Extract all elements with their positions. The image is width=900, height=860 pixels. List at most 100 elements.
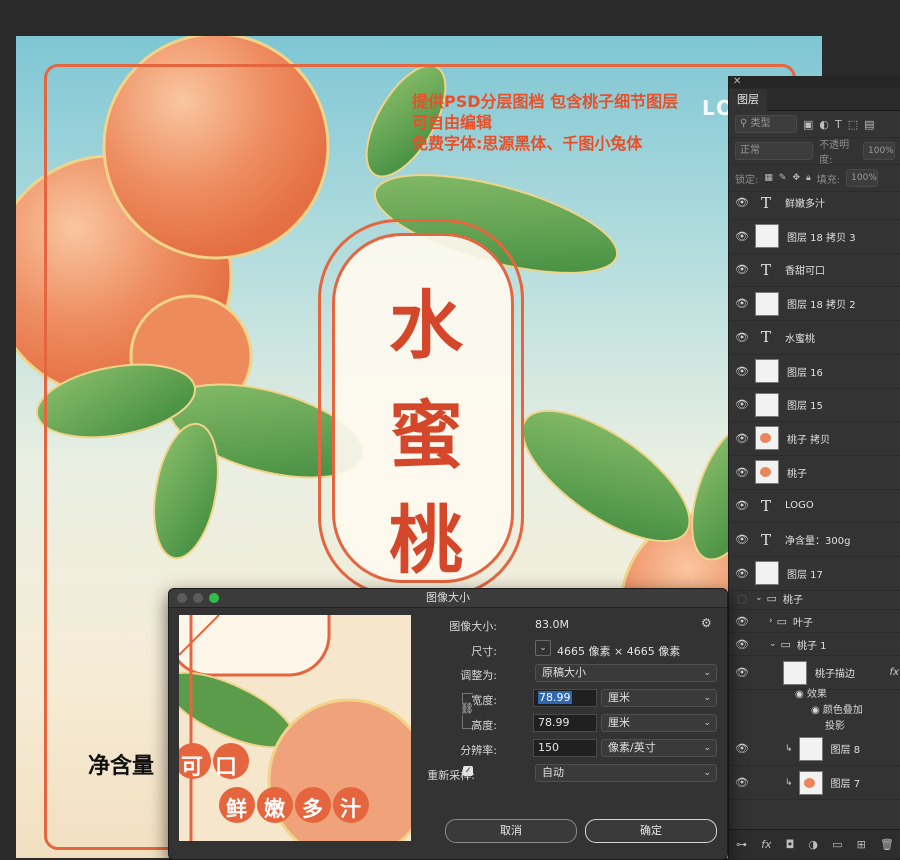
layer-name: 桃子 xyxy=(787,468,807,480)
link-icon[interactable]: ⛓︎ xyxy=(460,702,474,715)
width-input[interactable]: 78.99 xyxy=(533,689,597,707)
mask-icon[interactable]: ◘ xyxy=(786,838,795,851)
eye-icon[interactable]: 👁︎ xyxy=(729,533,755,546)
layer-name: 水蜜桃 xyxy=(785,333,815,345)
ok-button[interactable]: 确定 xyxy=(585,819,717,843)
minimize-button[interactable] xyxy=(193,593,203,603)
smart-object-filter-icon[interactable]: ▤ xyxy=(864,118,874,131)
visibility-off-icon[interactable]: ▢ xyxy=(729,592,755,605)
layer-row[interactable]: 👁︎ 图层 18 拷贝 3 xyxy=(729,220,900,254)
image-filter-icon[interactable]: ▣ xyxy=(803,118,813,131)
eye-icon[interactable]: 👁︎ xyxy=(729,567,755,580)
resample-select[interactable]: 自动 ⌄ xyxy=(535,764,717,782)
adjustment-filter-icon[interactable]: ◐ xyxy=(819,118,829,131)
eye-icon[interactable]: 👁︎ xyxy=(729,297,755,310)
lock-paint-icon[interactable]: ✎ xyxy=(779,173,787,183)
eye-icon: ◉ xyxy=(811,705,823,716)
adjustment-icon[interactable]: ◑ xyxy=(808,838,818,851)
close-icon[interactable]: ✕ xyxy=(733,76,741,87)
chevron-down-icon[interactable]: ⌄ xyxy=(535,640,551,656)
new-layer-icon[interactable]: ⊞ xyxy=(857,838,866,851)
layer-row[interactable]: 👁︎ 图层 15 xyxy=(729,388,900,423)
lock-transparency-icon[interactable]: ▦ xyxy=(764,173,773,183)
fx-icon[interactable]: fx xyxy=(761,838,771,851)
lock-all-icon[interactable]: 🔒︎ xyxy=(806,173,811,183)
resolution-input[interactable]: 150 xyxy=(533,739,597,757)
eye-icon[interactable]: 👁︎ xyxy=(729,196,755,209)
layer-row[interactable]: 👁︎ 图层 17 xyxy=(729,557,900,591)
layer-row[interactable]: 👁︎ T 水蜜桃 xyxy=(729,321,900,355)
layer-row[interactable]: 👁︎ T 净含量：300g xyxy=(729,523,900,557)
layer-row[interactable]: 👁︎ 图层 18 拷贝 2 xyxy=(729,287,900,322)
folder-icon[interactable]: ▭ xyxy=(832,838,842,851)
effect-color-overlay[interactable]: ◉ 颜色叠加 xyxy=(811,701,863,716)
layer-row[interactable]: 👁︎ T 香甜可口 xyxy=(729,253,900,288)
text-layer-icon: T xyxy=(760,328,771,347)
group-leaf[interactable]: 👁︎ › ▭ 叶子 xyxy=(729,610,900,633)
filter-kind-select[interactable]: ⚲ 类型 xyxy=(735,115,797,133)
effects-row[interactable]: ◉ 效果 xyxy=(795,685,827,700)
layer-row[interactable]: 👁︎ 桃子 拷贝 xyxy=(729,422,900,456)
trash-icon[interactable]: 🗑︎ xyxy=(880,838,894,851)
layer-row[interactable]: 👁︎ T LOGO xyxy=(729,489,900,524)
shape-filter-icon[interactable]: ⬚ xyxy=(848,118,858,131)
height-input[interactable]: 78.99 xyxy=(533,714,597,732)
eye-icon[interactable]: 👁︎ xyxy=(729,776,755,789)
group-name: 桃子 1 xyxy=(796,640,827,652)
eye-icon[interactable]: 👁︎ xyxy=(729,638,755,651)
resample-label: 重新采样: xyxy=(427,769,475,782)
tab-layers[interactable]: 图层 xyxy=(729,89,767,111)
eye-icon[interactable]: 👁︎ xyxy=(729,365,755,378)
layer-name: 图层 18 拷贝 3 xyxy=(787,232,856,244)
fit-value: 原稿大小 xyxy=(542,666,586,679)
eye-icon[interactable]: 👁︎ xyxy=(729,331,755,344)
fit-select[interactable]: 原稿大小 ⌄ xyxy=(535,664,717,682)
layer-name: 鲜嫩多汁 xyxy=(785,199,825,210)
eye-icon[interactable]: 👁︎ xyxy=(729,666,755,679)
layer-thumbnail xyxy=(755,359,779,383)
eye-icon[interactable]: 👁︎ xyxy=(729,398,755,411)
height-unit-select[interactable]: 厘米 ⌄ xyxy=(601,714,717,732)
close-button[interactable] xyxy=(177,593,187,603)
promo-text: 提供PSD分层图档 包含桃子细节图层 可自由编辑 免费字体:思源黑体、千图小兔体 xyxy=(412,91,678,154)
blend-mode-select[interactable]: 正常 xyxy=(735,142,814,160)
link-icon[interactable]: ⊶ xyxy=(736,838,747,851)
eye-icon[interactable]: 👁︎ xyxy=(729,615,755,628)
layer-row[interactable]: 👁︎ 桃子 xyxy=(729,456,900,490)
gear-icon[interactable]: ⚙ xyxy=(701,616,712,630)
layer-thumbnail xyxy=(755,561,779,586)
eye-icon[interactable]: 👁︎ xyxy=(729,742,755,755)
opacity-input[interactable]: 100% xyxy=(863,142,895,160)
eye-icon[interactable]: 👁︎ xyxy=(729,466,755,479)
eye-icon[interactable]: 👁︎ xyxy=(729,432,755,445)
chevron-down-icon[interactable]: ⌄ xyxy=(769,639,777,649)
layer-row[interactable]: 👁︎ 图层 16 xyxy=(729,355,900,389)
chevron-right-icon[interactable]: › xyxy=(769,616,773,626)
lock-position-icon[interactable]: ✥ xyxy=(792,173,800,183)
group-peach-1[interactable]: 👁︎ ⌄ ▭ 桃子 1 xyxy=(729,633,900,656)
preview-image[interactable]: 可口 鲜嫩多汁 xyxy=(179,615,411,841)
layer-thumbnail xyxy=(755,460,779,485)
eye-icon[interactable]: 👁︎ xyxy=(729,499,755,512)
zoom-button[interactable] xyxy=(209,593,219,603)
type-filter-icon[interactable]: T xyxy=(835,118,842,131)
chevron-down-icon[interactable]: ⌄ xyxy=(755,593,763,603)
resolution-unit-select[interactable]: 像素/英寸 ⌄ xyxy=(601,739,717,757)
fill-input[interactable]: 100% xyxy=(846,169,879,187)
juicy-char: 鲜 xyxy=(226,797,247,821)
width-label: 宽度: xyxy=(471,694,497,707)
layer-thumbnail xyxy=(755,291,779,316)
width-unit-select[interactable]: 厘米 ⌄ xyxy=(601,689,717,707)
chevron-down-icon: ⌄ xyxy=(703,768,711,778)
layer-7[interactable]: 👁︎ ↳ 图层 7 xyxy=(729,766,900,800)
juicy-char: 汁 xyxy=(340,797,361,821)
effect-shadow[interactable]: 投影 xyxy=(825,717,845,732)
layer-name: 图层 16 xyxy=(787,367,823,379)
eye-icon[interactable]: 👁︎ xyxy=(729,263,755,276)
width-unit: 厘米 xyxy=(608,691,630,704)
eye-icon[interactable]: 👁︎ xyxy=(729,230,755,243)
layer-8[interactable]: 👁︎ ↳ 图层 8 xyxy=(729,732,900,766)
layer-row[interactable]: 👁︎ T 鲜嫩多汁 xyxy=(729,186,900,220)
fx-icon[interactable]: fx xyxy=(890,667,899,678)
cancel-button[interactable]: 取消 xyxy=(445,819,577,843)
